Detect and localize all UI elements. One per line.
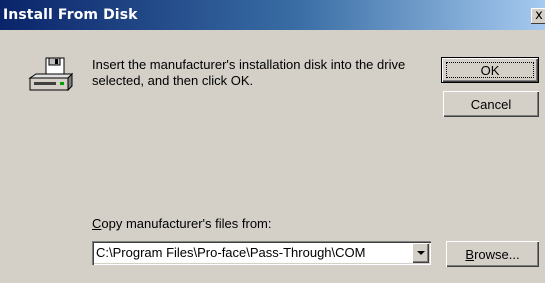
disk-drive-icon xyxy=(28,57,74,92)
browse-label-text: rowse... xyxy=(474,246,520,262)
cancel-button-label: Cancel xyxy=(470,96,512,112)
ok-button[interactable]: OK xyxy=(441,57,539,83)
copy-from-label: Copy manufacturer's files from: xyxy=(92,216,272,231)
window-title: Install From Disk xyxy=(3,7,138,23)
dropdown-arrow-icon[interactable] xyxy=(412,243,429,263)
copy-from-path[interactable]: C:\Program Files\Pro-face\Pass-Through\C… xyxy=(96,245,365,260)
cancel-button[interactable]: Cancel xyxy=(443,91,539,117)
browse-button-label: Browse... xyxy=(465,247,519,262)
browse-button[interactable]: Browse... xyxy=(446,241,539,267)
close-button[interactable]: x xyxy=(531,8,545,24)
copy-from-label-text: opy manufacturer's files from: xyxy=(101,216,272,231)
copy-from-label-mnemonic: C xyxy=(92,216,102,231)
instruction-message: Insert the manufacturer's installation d… xyxy=(92,57,406,88)
title-bar: Install From Disk x xyxy=(0,0,545,30)
browse-mnemonic: B xyxy=(465,246,475,262)
copy-from-combobox[interactable]: C:\Program Files\Pro-face\Pass-Through\C… xyxy=(92,241,431,265)
focus-rect xyxy=(446,62,534,78)
